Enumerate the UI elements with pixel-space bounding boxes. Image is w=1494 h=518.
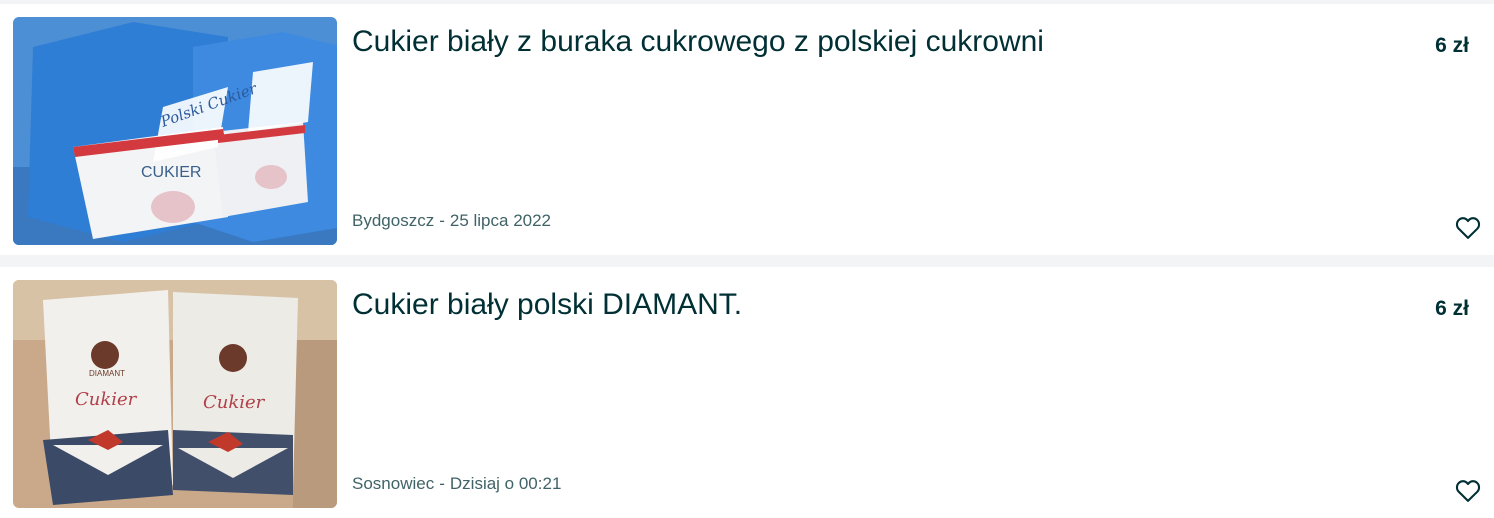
photo-brand-text: DIAMANT <box>89 369 125 378</box>
listing-title[interactable]: Cukier biały polski DIAMANT. <box>352 285 1352 325</box>
photo-text: Cukier <box>75 389 138 410</box>
photo-text: Cukier <box>203 392 266 413</box>
listing-price: 6 zł <box>1435 34 1469 57</box>
meta-separator: - <box>439 211 445 230</box>
listing-title[interactable]: Cukier biały z buraka cukrowego z polski… <box>352 22 1352 62</box>
listing-card[interactable]: Cukier Cukier DIAMANT Cukier biały polsk… <box>0 267 1494 518</box>
listing-card[interactable]: CUKIER Polski Cukier Cukier biały z bura… <box>0 4 1494 255</box>
listing-date: 25 lipca 2022 <box>449 211 552 230</box>
heart-outline-icon <box>1455 217 1481 239</box>
heart-outline-icon <box>1455 480 1481 502</box>
listing-price: 6 zł <box>1435 297 1469 320</box>
favorite-button[interactable] <box>1454 477 1482 505</box>
listing-location: Sosnowiec <box>352 474 435 493</box>
listing-location-date: Bydgoszcz -25 lipca 2022 <box>352 211 551 231</box>
listing-date: Dzisiaj o 00:21 <box>449 474 562 493</box>
listing-photo[interactable]: Cukier Cukier DIAMANT <box>13 280 337 508</box>
meta-separator: - <box>439 474 445 493</box>
favorite-button[interactable] <box>1454 214 1482 242</box>
listing-location: Bydgoszcz <box>352 211 435 230</box>
listing-location-date: Sosnowiec - Dzisiaj o 00:21 <box>352 474 561 494</box>
listing-photo[interactable]: CUKIER Polski Cukier <box>13 17 337 245</box>
photo-text: CUKIER <box>141 164 201 181</box>
